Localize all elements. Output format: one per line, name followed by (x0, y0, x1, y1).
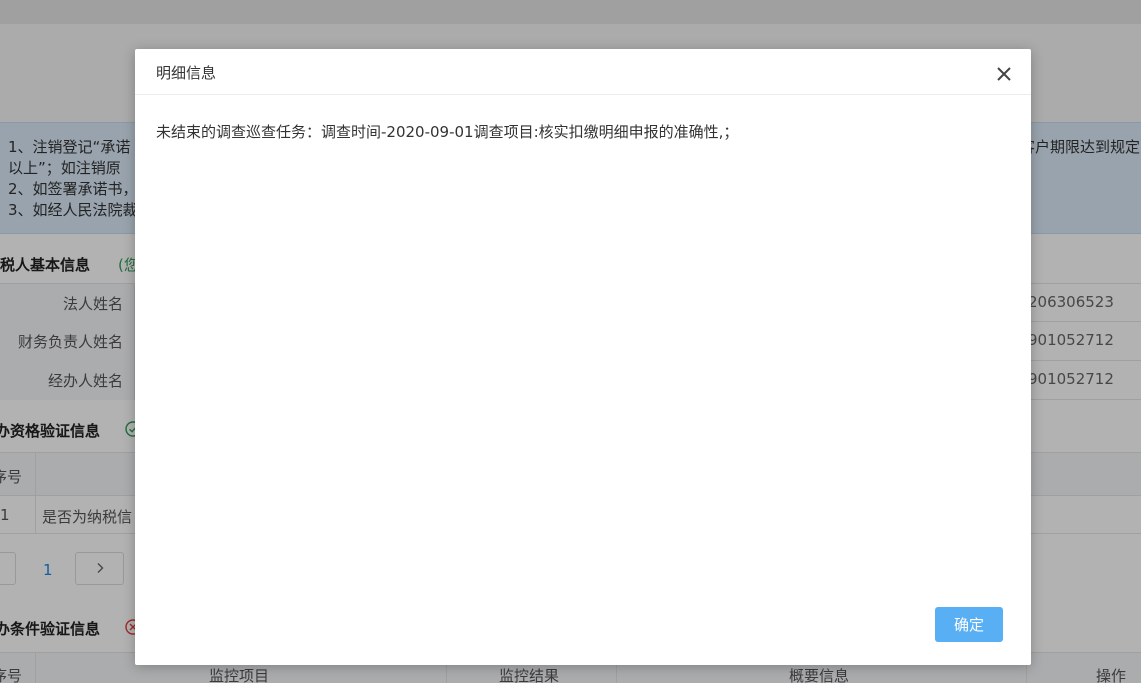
dialog-header: 明细信息 (135, 49, 1031, 95)
dialog-title: 明细信息 (156, 64, 217, 82)
detail-dialog: 明细信息 未结束的调查巡查任务：调查时间-2020-09-01调查项目:核实扣缴… (135, 49, 1031, 665)
close-icon[interactable] (992, 64, 1016, 84)
dialog-message: 未结束的调查巡查任务：调查时间-2020-09-01调查项目:核实扣缴明细申报的… (156, 123, 739, 141)
confirm-button[interactable]: 确定 (935, 607, 1003, 642)
